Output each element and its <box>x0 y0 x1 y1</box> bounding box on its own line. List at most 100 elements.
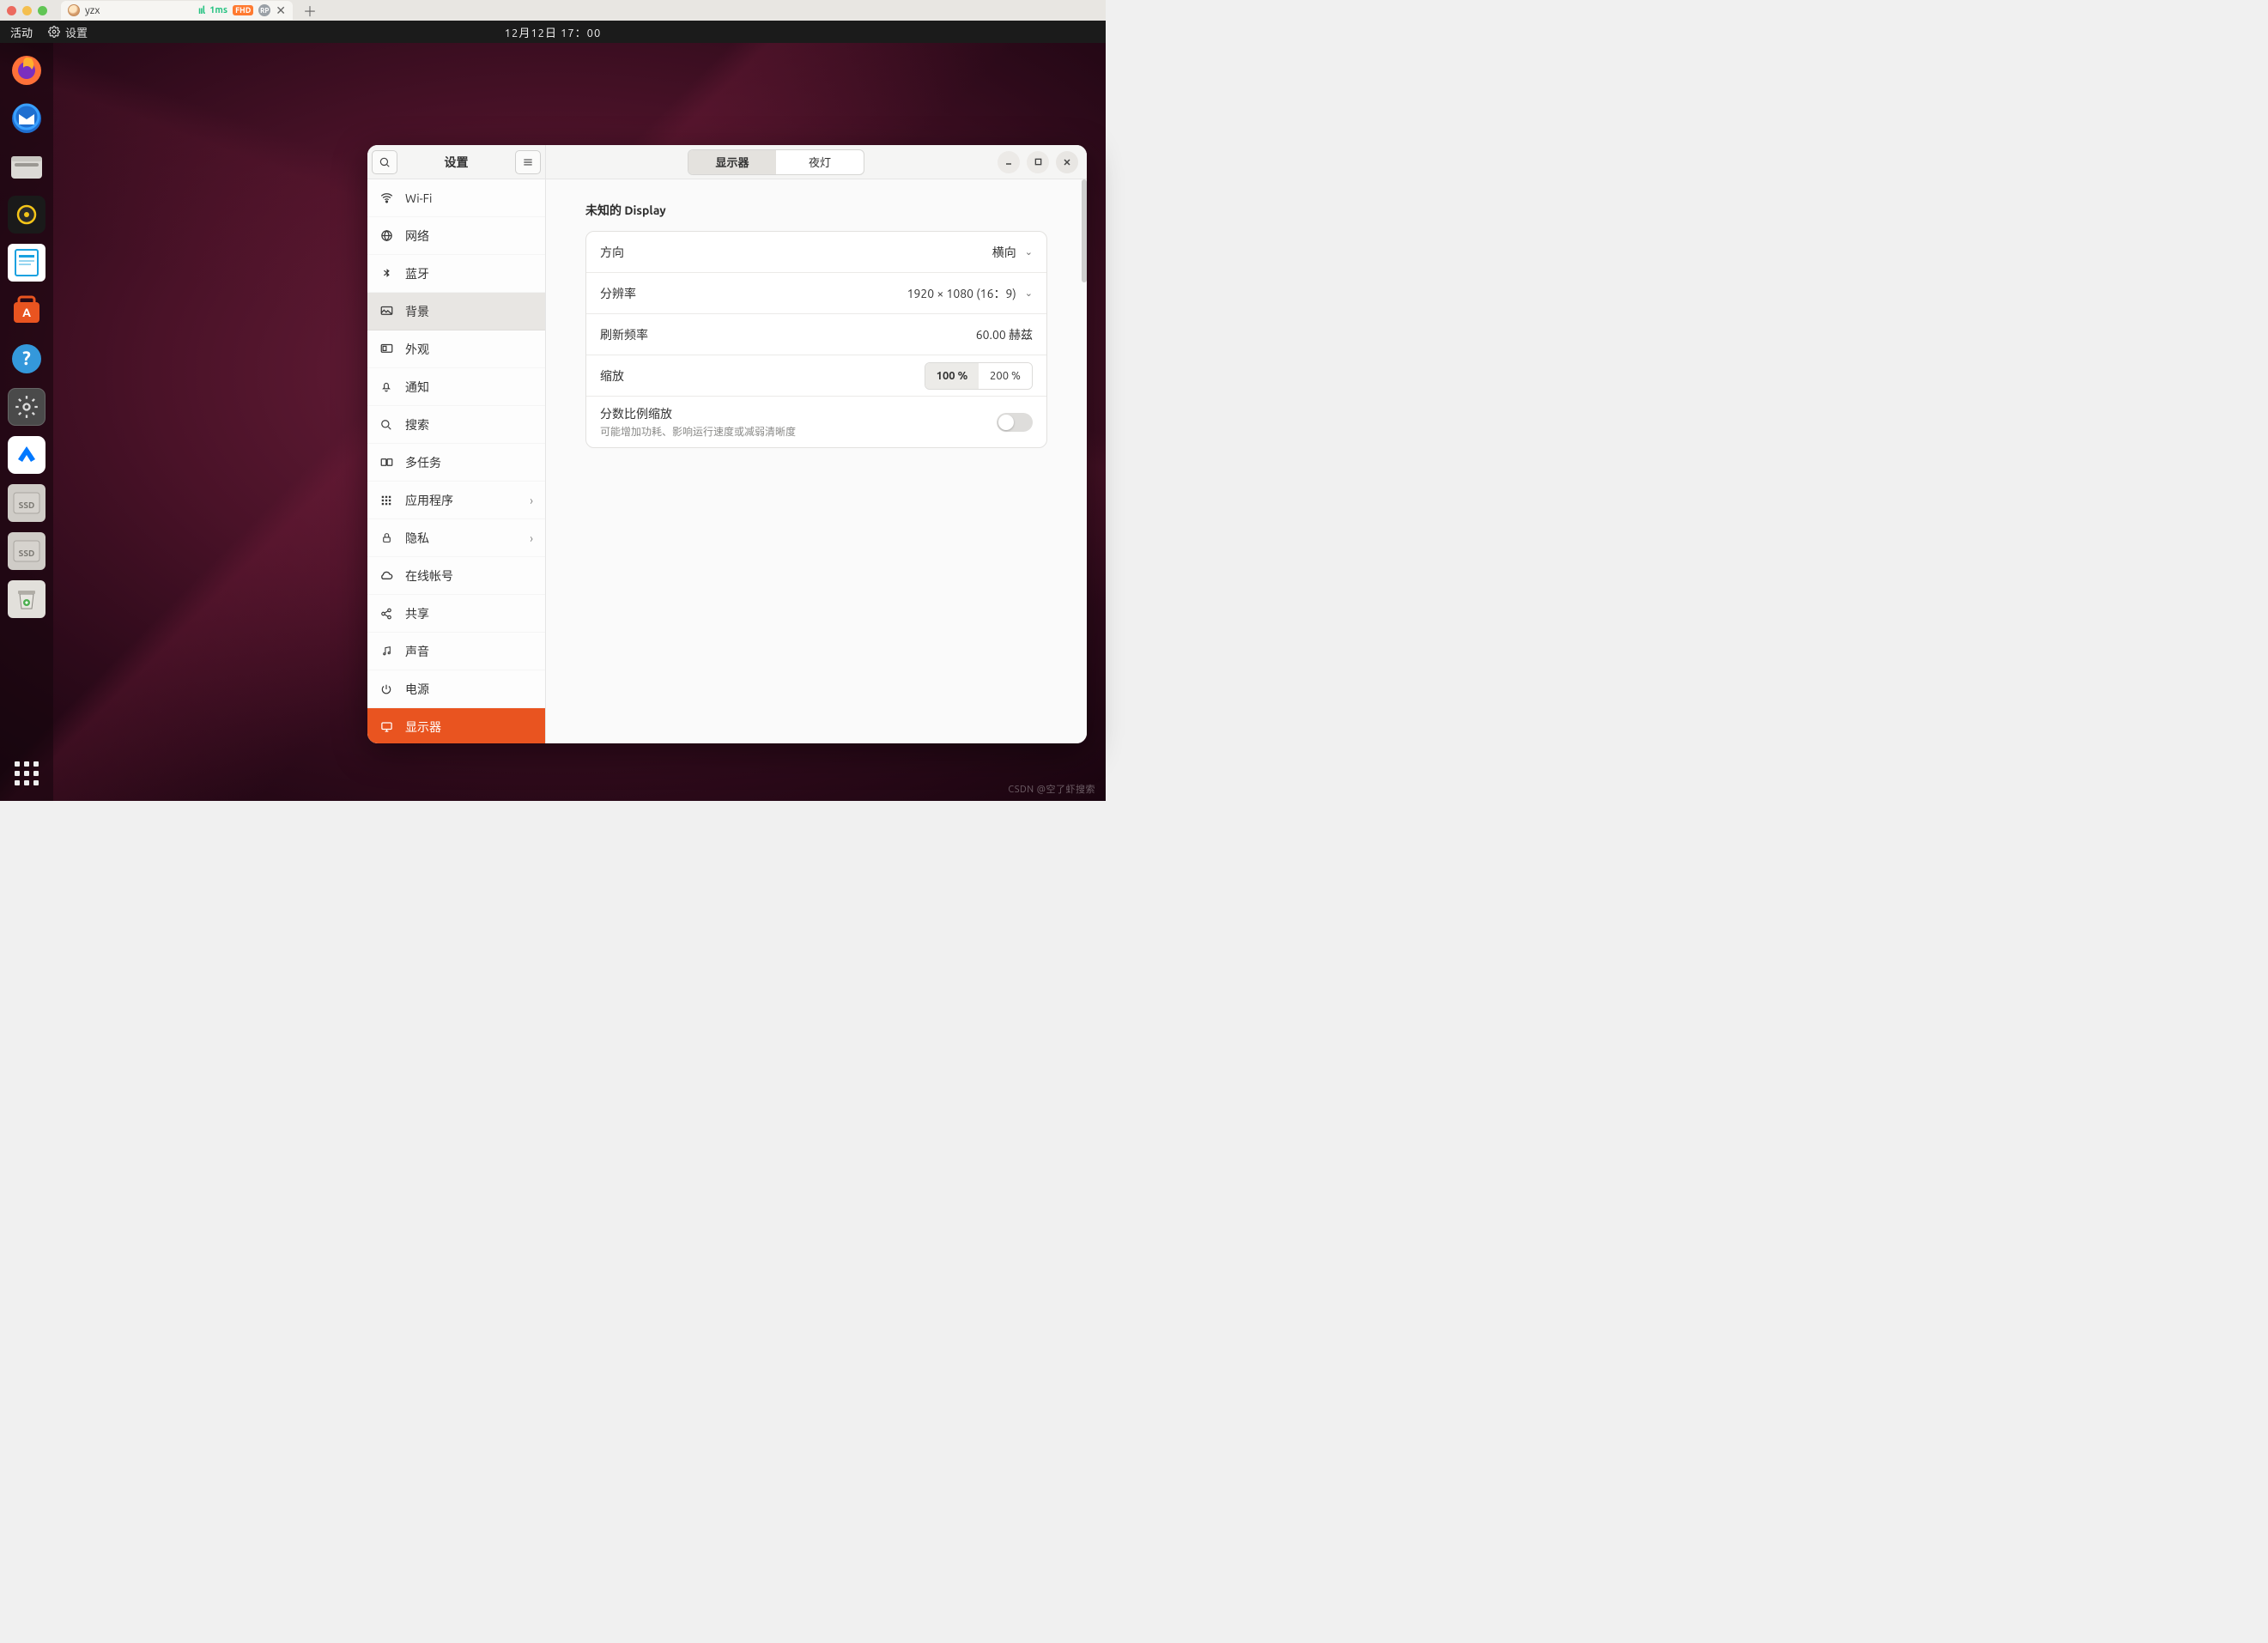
lock-icon <box>379 531 393 544</box>
view-switcher: 显示器 夜灯 <box>688 149 864 175</box>
sidebar-item-label: Wi-Fi <box>405 191 432 205</box>
sidebar-item-appearance[interactable]: 外观 <box>367 330 545 368</box>
dock-trash[interactable] <box>8 580 45 618</box>
svg-text:SSD: SSD <box>19 549 35 558</box>
close-dot[interactable] <box>7 6 16 15</box>
dock-firefox[interactable] <box>8 52 45 89</box>
display-settings-panel: 方向 横向⌄ 分辨率 1920 × 1080 (16：9)⌄ 刷新频率 60.0… <box>585 231 1047 448</box>
background-icon <box>379 306 393 317</box>
close-button[interactable] <box>1056 151 1078 173</box>
multitask-icon <box>379 457 393 468</box>
activities-button[interactable]: 活动 <box>10 24 33 40</box>
sidebar-item-notifications[interactable]: 通知 <box>367 368 545 406</box>
fhd-badge: FHD <box>233 5 253 15</box>
fractional-scaling-switch[interactable] <box>997 413 1033 432</box>
watermark: CSDN @空了虾搜索 <box>1008 782 1095 796</box>
sidebar-item-background[interactable]: 背景 <box>367 293 545 330</box>
row-orientation[interactable]: 方向 横向⌄ <box>586 232 1046 273</box>
sidebar-item-network[interactable]: 网络 <box>367 217 545 255</box>
sidebar-item-label: 电源 <box>405 681 429 698</box>
svg-text:?: ? <box>22 348 31 369</box>
sidebar-menu-button[interactable] <box>515 150 541 174</box>
row-value: 60.00 赫兹 <box>976 326 1033 343</box>
row-label: 刷新频率 <box>600 326 648 343</box>
chevron-right-icon: › <box>530 531 533 545</box>
dock-writer[interactable] <box>8 244 45 282</box>
sidebar-item-label: 搜索 <box>405 416 429 433</box>
sidebar-item-displays[interactable]: 显示器 <box>367 708 545 743</box>
sidebar-item-bluetooth[interactable]: 蓝牙 <box>367 255 545 293</box>
sidebar-list[interactable]: Wi-Fi 网络 蓝牙 背景 外观 通知 搜索 多任务 应用程序› 隐私 › 在线… <box>367 179 545 743</box>
sidebar-item-applications[interactable]: 应用程序› <box>367 482 545 519</box>
minimize-dot[interactable] <box>22 6 32 15</box>
rp-badge: RP <box>258 4 270 16</box>
sidebar-item-label: 显示器 <box>405 718 441 736</box>
sidebar-item-label: 隐私 <box>405 530 429 547</box>
sidebar-search-button[interactable] <box>372 150 397 174</box>
hamburger-icon <box>522 156 534 168</box>
row-label: 缩放 <box>600 367 624 385</box>
settings-sidebar: 设置 Wi-Fi 网络 蓝牙 背景 外观 通知 搜索 多任务 应用程序› 隐私›… <box>367 145 546 743</box>
dock-rhythmbox[interactable] <box>8 196 45 233</box>
dock-settings[interactable] <box>8 388 45 426</box>
window-traffic-lights <box>7 6 47 15</box>
dock-help[interactable]: ? <box>8 340 45 378</box>
sidebar-item-label: 通知 <box>405 379 429 396</box>
browser-tab[interactable]: yzx ııl 1ms FHD RP ✕ <box>61 1 293 20</box>
sidebar-item-sound[interactable]: 声音 <box>367 633 545 670</box>
sidebar-item-sharing[interactable]: 共享 <box>367 595 545 633</box>
main-header: 显示器 夜灯 <box>546 145 1087 179</box>
row-fractional-scaling: 分数比例缩放 可能增加功耗、影响运行速度或减弱清晰度 <box>586 397 1046 447</box>
wifi-icon <box>379 191 393 204</box>
sidebar-item-privacy[interactable]: 隐私 › <box>367 519 545 557</box>
section-title: 未知的 Display <box>585 202 1047 219</box>
maximize-button[interactable] <box>1027 151 1049 173</box>
apps-icon <box>379 494 393 506</box>
bluetooth-icon <box>379 267 393 280</box>
power-icon <box>379 683 393 695</box>
desktop-wallpaper: 活动 设置 12月12日 17：00 A ? SSD SSD 设置 <box>0 21 1106 801</box>
scale-200-button[interactable]: 200 % <box>979 363 1032 389</box>
zoom-dot[interactable] <box>38 6 47 15</box>
sidebar-item-online-accounts[interactable]: 在线帐号 <box>367 557 545 595</box>
sidebar-scrollbar[interactable] <box>1082 179 1087 282</box>
sidebar-item-multitasking[interactable]: 多任务 <box>367 444 545 482</box>
dock-drive-ssd-2[interactable]: SSD <box>8 532 45 570</box>
row-scale: 缩放 100 % 200 % <box>586 355 1046 397</box>
bell-icon <box>379 380 393 393</box>
minimize-button[interactable] <box>998 151 1020 173</box>
scale-buttons: 100 % 200 % <box>925 362 1033 390</box>
chevron-right-icon: › <box>530 494 533 507</box>
minimize-icon <box>1004 158 1013 167</box>
sidebar-item-power[interactable]: 电源 <box>367 670 545 708</box>
latency-badge: 1ms <box>209 5 227 15</box>
dock-thunderbird[interactable] <box>8 100 45 137</box>
globe-icon <box>379 229 393 242</box>
show-applications-button[interactable] <box>8 755 45 792</box>
dock-drive-ssd-1[interactable]: SSD <box>8 484 45 522</box>
sidebar-item-wifi[interactable]: Wi-Fi <box>367 179 545 217</box>
sidebar-item-search[interactable]: 搜索 <box>367 406 545 444</box>
sidebar-item-label: 蓝牙 <box>405 265 429 282</box>
scale-100-button[interactable]: 100 % <box>925 363 979 389</box>
new-tab-button[interactable]: ＋ <box>298 0 322 21</box>
tab-nightlight[interactable]: 夜灯 <box>776 150 864 174</box>
tab-title: yzx <box>85 5 100 16</box>
gnome-topbar: 活动 设置 12月12日 17：00 <box>0 21 1106 43</box>
tab-displays[interactable]: 显示器 <box>688 150 776 174</box>
sidebar-item-label: 背景 <box>405 303 429 320</box>
row-label: 分辨率 <box>600 285 636 302</box>
chevron-down-icon: ⌄ <box>1025 288 1033 299</box>
app-indicator[interactable]: 设置 <box>48 24 88 40</box>
dock-software[interactable]: A <box>8 292 45 330</box>
app-indicator-label: 设置 <box>65 24 88 40</box>
close-tab-icon[interactable]: ✕ <box>276 3 286 18</box>
dock-todesk[interactable] <box>8 436 45 474</box>
dock-files[interactable] <box>8 148 45 185</box>
row-label: 分数比例缩放 <box>600 405 796 422</box>
row-sublabel: 可能增加功耗、影响运行速度或减弱清晰度 <box>600 424 796 439</box>
display-icon <box>379 721 393 733</box>
sidebar-item-label: 声音 <box>405 643 429 660</box>
row-resolution[interactable]: 分辨率 1920 × 1080 (16：9)⌄ <box>586 273 1046 314</box>
clock[interactable]: 12月12日 17：00 <box>505 24 602 40</box>
